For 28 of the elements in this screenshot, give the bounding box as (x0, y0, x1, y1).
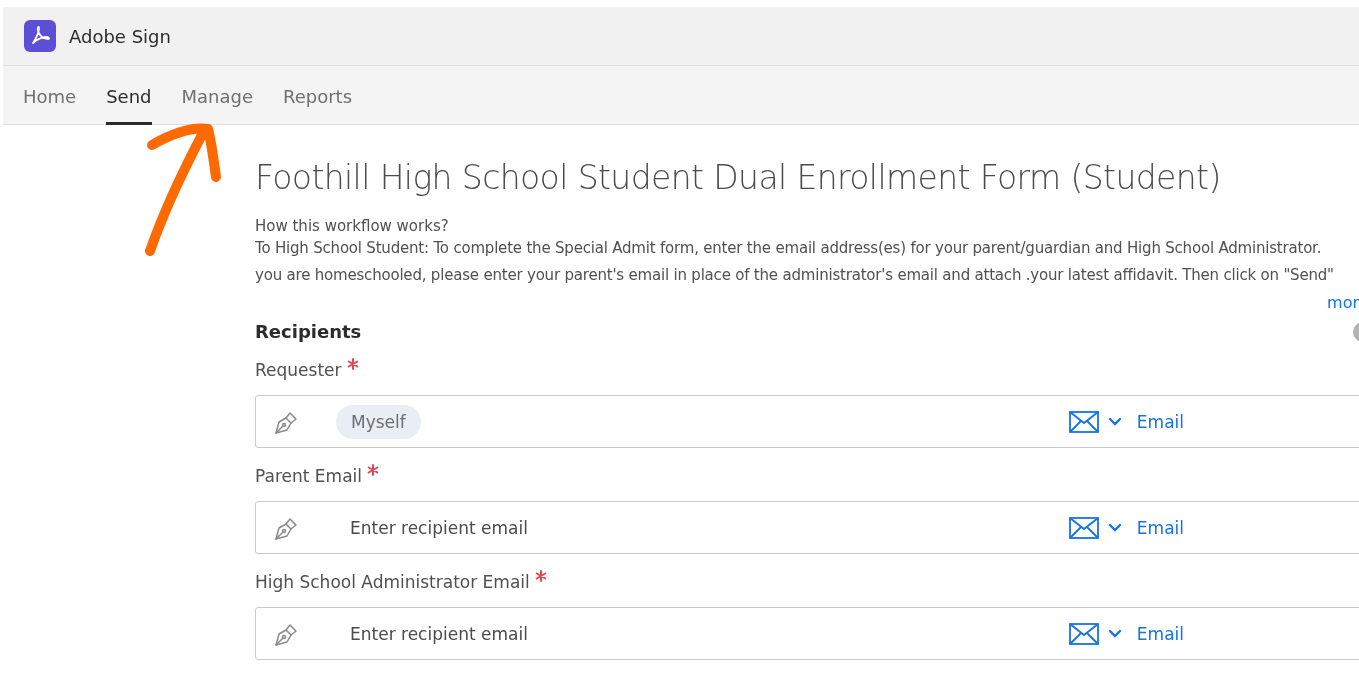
nav-tab[interactable]: Manage (181, 66, 253, 125)
recipient-field[interactable]: Myself Email (255, 395, 1359, 448)
recipient-field[interactable]: Enter recipient email Email (255, 501, 1359, 554)
form-title: Foothill High School Student Dual Enrollment Form (Student) (255, 158, 1222, 197)
nav-tab[interactable]: Send (106, 66, 152, 125)
intro-text: How this workflow works? (255, 217, 450, 235)
chevron-down-icon[interactable] (1107, 416, 1122, 427)
section-heading: Recipients (255, 321, 362, 342)
mail-icon[interactable] (1068, 622, 1099, 645)
field-label: Requester (255, 360, 342, 380)
chevron-down-icon[interactable] (1107, 628, 1122, 639)
more-link[interactable]: mor (1327, 292, 1359, 312)
description-text: you are homeschooled, please enter your parent's email in place of the administrator's email and attach .your latest affidavit. Then click on "Send" (255, 265, 1335, 286)
delivery-method-link[interactable]: Email (1136, 411, 1184, 432)
recipient-chip[interactable]: Myself (336, 404, 421, 439)
nav-tab[interactable]: Reports (283, 66, 353, 125)
app-name: Adobe Sign (69, 25, 171, 47)
mail-icon[interactable] (1068, 516, 1099, 539)
delivery-method-link[interactable]: Email (1136, 623, 1184, 644)
mail-icon[interactable] (1068, 410, 1099, 433)
field-label: High School Administrator Email (255, 572, 530, 592)
nav-tab[interactable]: Home (23, 66, 77, 125)
field-label: Parent Email (255, 466, 362, 486)
app-logo (24, 20, 56, 52)
chevron-down-icon[interactable] (1107, 522, 1122, 533)
recipient-field[interactable]: Enter recipient email Email (255, 607, 1359, 660)
description-text: To High School Student: To complete the Special Admit form, enter the email address(es) for your parent/guardian and High School Administrator. (255, 238, 1323, 259)
delivery-method-link[interactable]: Email (1136, 517, 1184, 538)
